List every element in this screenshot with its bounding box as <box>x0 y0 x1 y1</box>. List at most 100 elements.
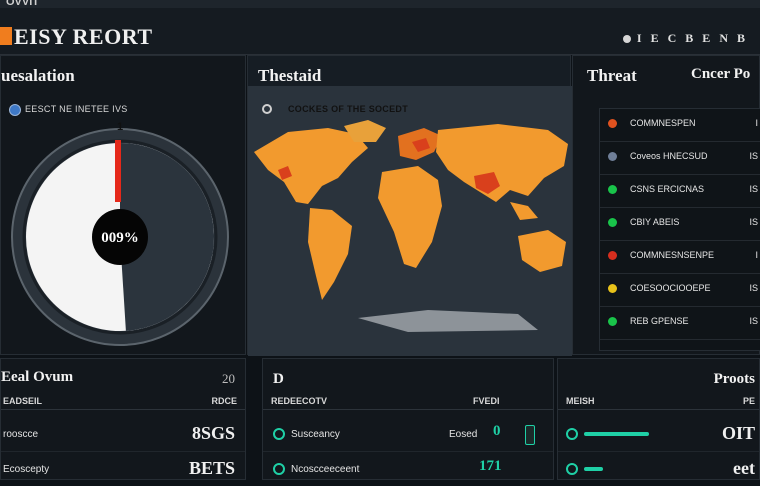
islands-southeast-asia <box>510 202 538 220</box>
progress-panel: Proots MEISH PE OIT eet <box>557 358 760 480</box>
shield-check-icon <box>273 428 285 440</box>
data-row[interactable]: Ncoscceeceent 171 <box>263 452 553 486</box>
overview-col-1-header: EADSEIL <box>3 396 43 406</box>
threat-panel: Threat Cncer Po COMMNESPEN I Coveos HNEC… <box>572 55 760 355</box>
header-control-7[interactable]: B <box>737 31 748 46</box>
page-title: EISY REORT <box>14 24 153 49</box>
threat-title: Threat <box>587 66 637 85</box>
data-row[interactable]: Susceancy Eosed 0 <box>263 417 553 452</box>
progress-title: Proots <box>713 371 755 387</box>
threat-status-dot-icon <box>608 119 617 128</box>
progress-bar-fill <box>584 432 649 436</box>
escalation-gauge: 009% 1 <box>11 122 229 346</box>
threat-label: COMMNESPEN <box>630 118 696 128</box>
threat-label: REB GPENSE <box>630 316 689 326</box>
app-logo-icon <box>0 27 12 45</box>
threat-status-dot-icon <box>608 152 617 161</box>
row-status-indicator <box>525 425 535 445</box>
threat-label: COESOOCIOOEPE <box>630 283 711 293</box>
threat-label: COMMNESNSENPE <box>630 250 715 260</box>
overview-panel: Eeal Ovum 20 EADSEIL RDCE rooscce 8SGS E… <box>0 358 246 480</box>
data-row-label: Susceancy <box>291 429 340 440</box>
threat-label: Coveos HNECSUD <box>630 151 708 161</box>
threat-label: CSNS ERCICNAS <box>630 184 705 194</box>
world-map[interactable]: COCKES OF THE SOCEDT <box>248 86 572 356</box>
gauge-center-value: 009% <box>101 230 139 246</box>
data-row-value: 171 <box>479 458 502 474</box>
progress-status-icon <box>566 463 578 475</box>
top-bar: OVVIT EISY REORT I E C B E N B <box>0 0 760 55</box>
overview-row-label: rooscce <box>3 429 39 440</box>
status-dot-icon <box>622 34 631 43</box>
overview-row[interactable]: Ecoscepty BETS <box>1 452 245 486</box>
world-map-svg <box>254 120 568 332</box>
progress-col-2-header: PE <box>742 396 755 406</box>
threat-status-dot-icon <box>608 218 617 227</box>
threat-value: I <box>755 250 758 260</box>
header-control-5[interactable]: E <box>702 31 713 46</box>
threat-list: COMMNESPEN I Coveos HNECSUD IS CSNS ERCI… <box>599 108 760 351</box>
continent-antarctica <box>358 310 538 332</box>
continent-africa <box>378 166 442 268</box>
progress-row-value: eet <box>733 458 755 478</box>
map-title: Thestaid <box>258 66 322 85</box>
threat-row[interactable]: Coveos HNECSUD IS <box>600 142 760 175</box>
threat-value: I <box>755 118 758 128</box>
data-col-1-header: REDEECOTV <box>271 396 328 406</box>
threat-row[interactable]: REB GPENSE IS <box>600 307 760 340</box>
progress-row-value: OIT <box>721 423 755 443</box>
header-control-1[interactable]: I <box>637 31 645 46</box>
header-controls: I E C B E N B <box>622 31 748 46</box>
threat-status-dot-icon <box>608 185 617 194</box>
escalation-panel: uesalation EESCT NE INETEE IVS 009% 1 <box>0 55 246 355</box>
threat-row[interactable]: COMMNESPEN I <box>600 109 760 142</box>
gauge-marker-label: 1 <box>117 122 123 133</box>
header-control-2[interactable]: E <box>651 31 662 46</box>
progress-col-1-header: MEISH <box>566 396 595 406</box>
threat-value: IS <box>749 151 758 161</box>
header-control-3[interactable]: C <box>668 31 680 46</box>
threat-status-dot-icon <box>608 284 617 293</box>
legend-dot-icon <box>9 104 21 116</box>
escalation-legend-label: EESCT NE INETEE IVS <box>25 104 128 114</box>
map-panel: Thestaid COCKES OF THE SOCEDT <box>247 55 572 356</box>
data-row-label: Ncoscceeceent <box>291 464 360 475</box>
progress-header-row: MEISH PE <box>558 393 759 410</box>
overview-header-row: EADSEIL RDCE <box>1 393 245 410</box>
progress-row[interactable]: OIT <box>558 417 759 452</box>
threat-value: IS <box>749 217 758 227</box>
progress-row[interactable]: eet <box>558 452 759 486</box>
header-control-4[interactable]: B <box>685 31 696 46</box>
threat-row[interactable]: COESOOCIOOEPE IS <box>600 274 760 307</box>
threat-label: CBIY ABEIS <box>630 217 680 227</box>
escalation-title: uesalation <box>1 66 75 85</box>
overview-col-2-header: RDCE <box>211 396 237 406</box>
threat-row[interactable]: CBIY ABEIS IS <box>600 208 760 241</box>
threat-status-dot-icon <box>608 251 617 260</box>
window-title-strip: OVVIT <box>0 0 760 8</box>
overview-row-value: 8SGS <box>191 423 235 443</box>
threat-row[interactable]: CSNS ERCICNAS IS <box>600 175 760 208</box>
data-row-indicator: 0 <box>493 423 501 439</box>
overview-row[interactable]: rooscce 8SGS <box>1 417 245 452</box>
continent-north-america <box>254 128 368 204</box>
overview-row-label: Ecoscepty <box>3 464 50 475</box>
threat-title-right: Cncer Po <box>691 66 751 82</box>
continent-south-america <box>308 208 352 300</box>
data-header-row: REDEECOTV FVEDI <box>263 393 553 410</box>
continent-australia <box>518 230 566 272</box>
threat-value: IS <box>749 283 758 293</box>
data-row-value: Eosed <box>449 429 478 440</box>
overview-count: 20 <box>222 371 235 386</box>
data-panel-title: D <box>273 371 284 387</box>
continent-asia <box>436 124 568 202</box>
header-control-6[interactable]: N <box>719 31 731 46</box>
overview-title: Eeal Ovum <box>1 369 74 385</box>
data-panel: D REDEECOTV FVEDI Susceancy Eosed 0 Ncos… <box>262 358 554 480</box>
threat-value: IS <box>749 316 758 326</box>
gauge-red-marker <box>115 140 121 202</box>
progress-status-icon <box>566 428 578 440</box>
data-col-2-header: FVEDI <box>473 396 500 406</box>
threat-row[interactable]: COMMNESNSENPE I <box>600 241 760 274</box>
threat-status-dot-icon <box>608 317 617 326</box>
